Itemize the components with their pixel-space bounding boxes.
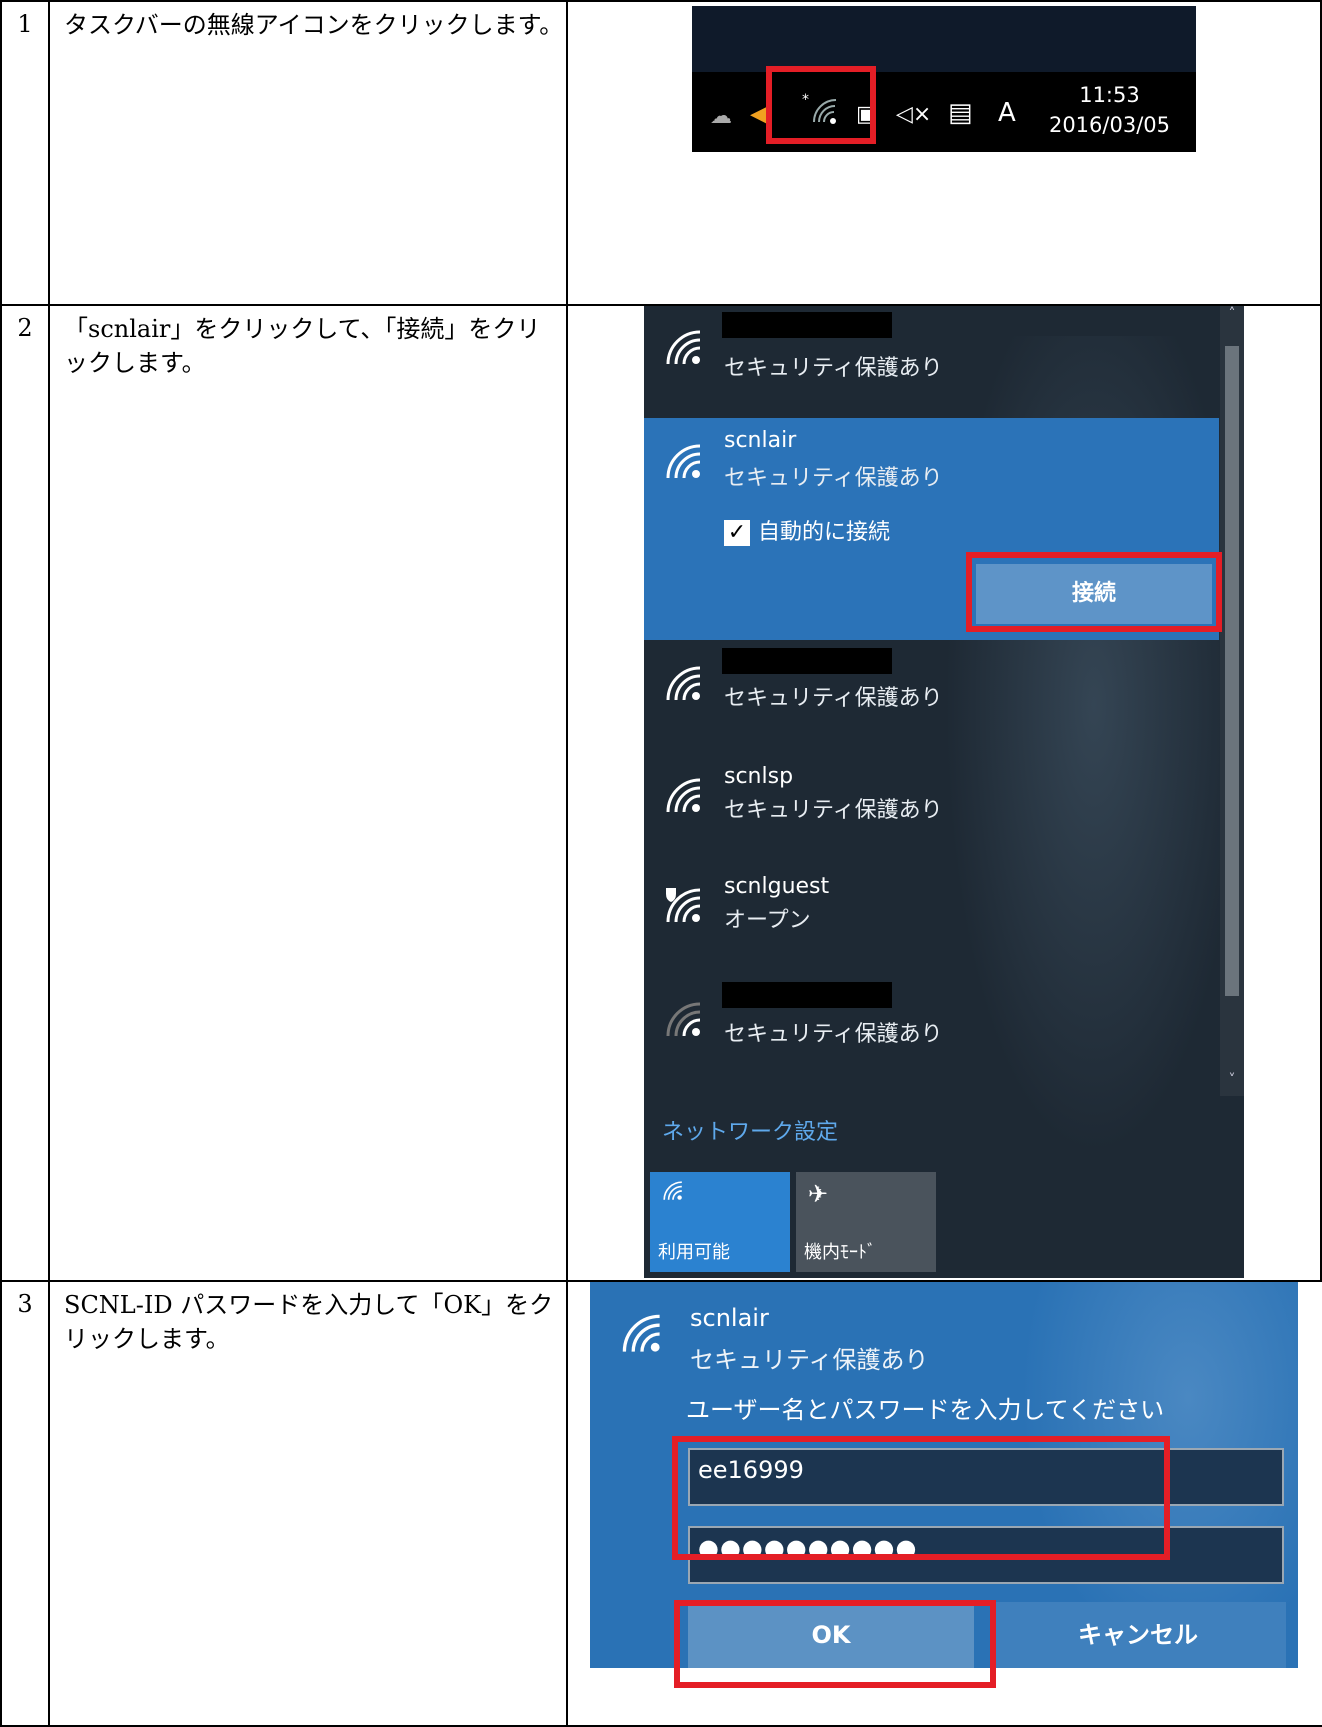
wifi-weak-icon (664, 1000, 704, 1044)
network-ssid: scnlguest (724, 874, 830, 899)
highlight-box (672, 1436, 1170, 1560)
network-item[interactable]: セキュリティ保護あり (644, 982, 1219, 1082)
network-item-scnlguest[interactable]: scnlguest オープン (644, 866, 1219, 966)
wifi-toggle-tile[interactable]: 利用可能 (650, 1172, 790, 1272)
step-number: 1 (17, 10, 33, 38)
network-item[interactable]: セキュリティ保護あり (644, 306, 1219, 406)
airplane-mode-tile[interactable]: ✈ 機内ﾓｰﾄﾞ (796, 1172, 936, 1272)
wifi-tile-label: 利用可能 (658, 1242, 730, 1263)
step-description: SCNL-ID パスワードを入力して「OK」をクリックします。 (64, 1291, 554, 1353)
network-settings-link[interactable]: ネットワーク設定 (662, 1114, 838, 1146)
step-number: 3 (17, 1290, 33, 1318)
network-flyout: セキュリティ保護あり scnlair セキュリティ保護あり ✓ 自動的に接続 接続… (644, 306, 1244, 1278)
network-security: セキュリティ保護あり (724, 686, 943, 711)
clock-date: 2016/03/05 (1048, 113, 1170, 137)
onedrive-icon[interactable]: ☁ (710, 104, 732, 129)
step-description: タスクバーの無線アイコンをクリックします。 (64, 11, 564, 39)
network-ssid: scnlsp (724, 764, 794, 789)
airplane-icon: ✈ (808, 1180, 829, 1208)
dialog-ssid: scnlair (690, 1304, 769, 1332)
scrollbar[interactable]: ˄ ˅ (1220, 306, 1244, 1096)
wifi-shield-icon (664, 886, 704, 930)
highlight-box (674, 1600, 996, 1688)
redacted-ssid (722, 982, 892, 1008)
network-security: セキュリティ保護あり (724, 356, 943, 381)
airplane-tile-label: 機内ﾓｰﾄﾞ (804, 1242, 876, 1263)
cancel-button[interactable]: キャンセル (990, 1602, 1286, 1668)
clock-time: 11:53 (1079, 83, 1140, 107)
wifi-icon (662, 1180, 684, 1208)
redacted-ssid (722, 312, 892, 338)
network-item[interactable]: セキュリティ保護あり (644, 646, 1219, 746)
wifi-icon (664, 776, 704, 820)
network-security: セキュリティ保護あり (724, 798, 943, 823)
ime-indicator[interactable]: A (998, 98, 1016, 128)
scroll-thumb[interactable] (1225, 346, 1239, 996)
network-ssid: scnlair (724, 428, 797, 453)
redacted-ssid (722, 648, 892, 674)
auto-connect-checkbox[interactable]: ✓ 自動的に接続 (724, 514, 890, 546)
checkmark-icon: ✓ (724, 520, 750, 546)
wifi-icon (620, 1312, 664, 1360)
scroll-down-icon[interactable]: ˅ (1220, 1072, 1244, 1088)
dialog-security: セキュリティ保護あり (690, 1346, 929, 1374)
auto-connect-label: 自動的に接続 (758, 520, 891, 545)
scroll-up-icon[interactable]: ˄ (1220, 306, 1244, 322)
network-security: オープン (724, 908, 811, 933)
step-description: 「scnlair」をクリックして、「接続」をクリックします。 (64, 315, 541, 377)
wifi-icon (664, 664, 704, 708)
highlight-box (966, 552, 1222, 632)
step-number: 2 (17, 314, 33, 342)
network-security: セキュリティ保護あり (724, 1022, 943, 1047)
volume-mute-icon[interactable]: ◁× (896, 102, 931, 127)
wifi-icon (664, 442, 704, 486)
action-center-icon[interactable]: ▤ (948, 98, 973, 128)
highlight-box (766, 66, 876, 144)
wifi-icon (664, 328, 704, 372)
network-item-scnlsp[interactable]: scnlsp セキュリティ保護あり (644, 756, 1219, 856)
network-security: セキュリティ保護あり (724, 466, 943, 491)
credentials-prompt: ユーザー名とパスワードを入力してください (686, 1396, 1165, 1424)
clock[interactable]: 11:53 2016/03/05 (1049, 80, 1170, 140)
speaker-orange-icon: ◀ (750, 102, 767, 127)
